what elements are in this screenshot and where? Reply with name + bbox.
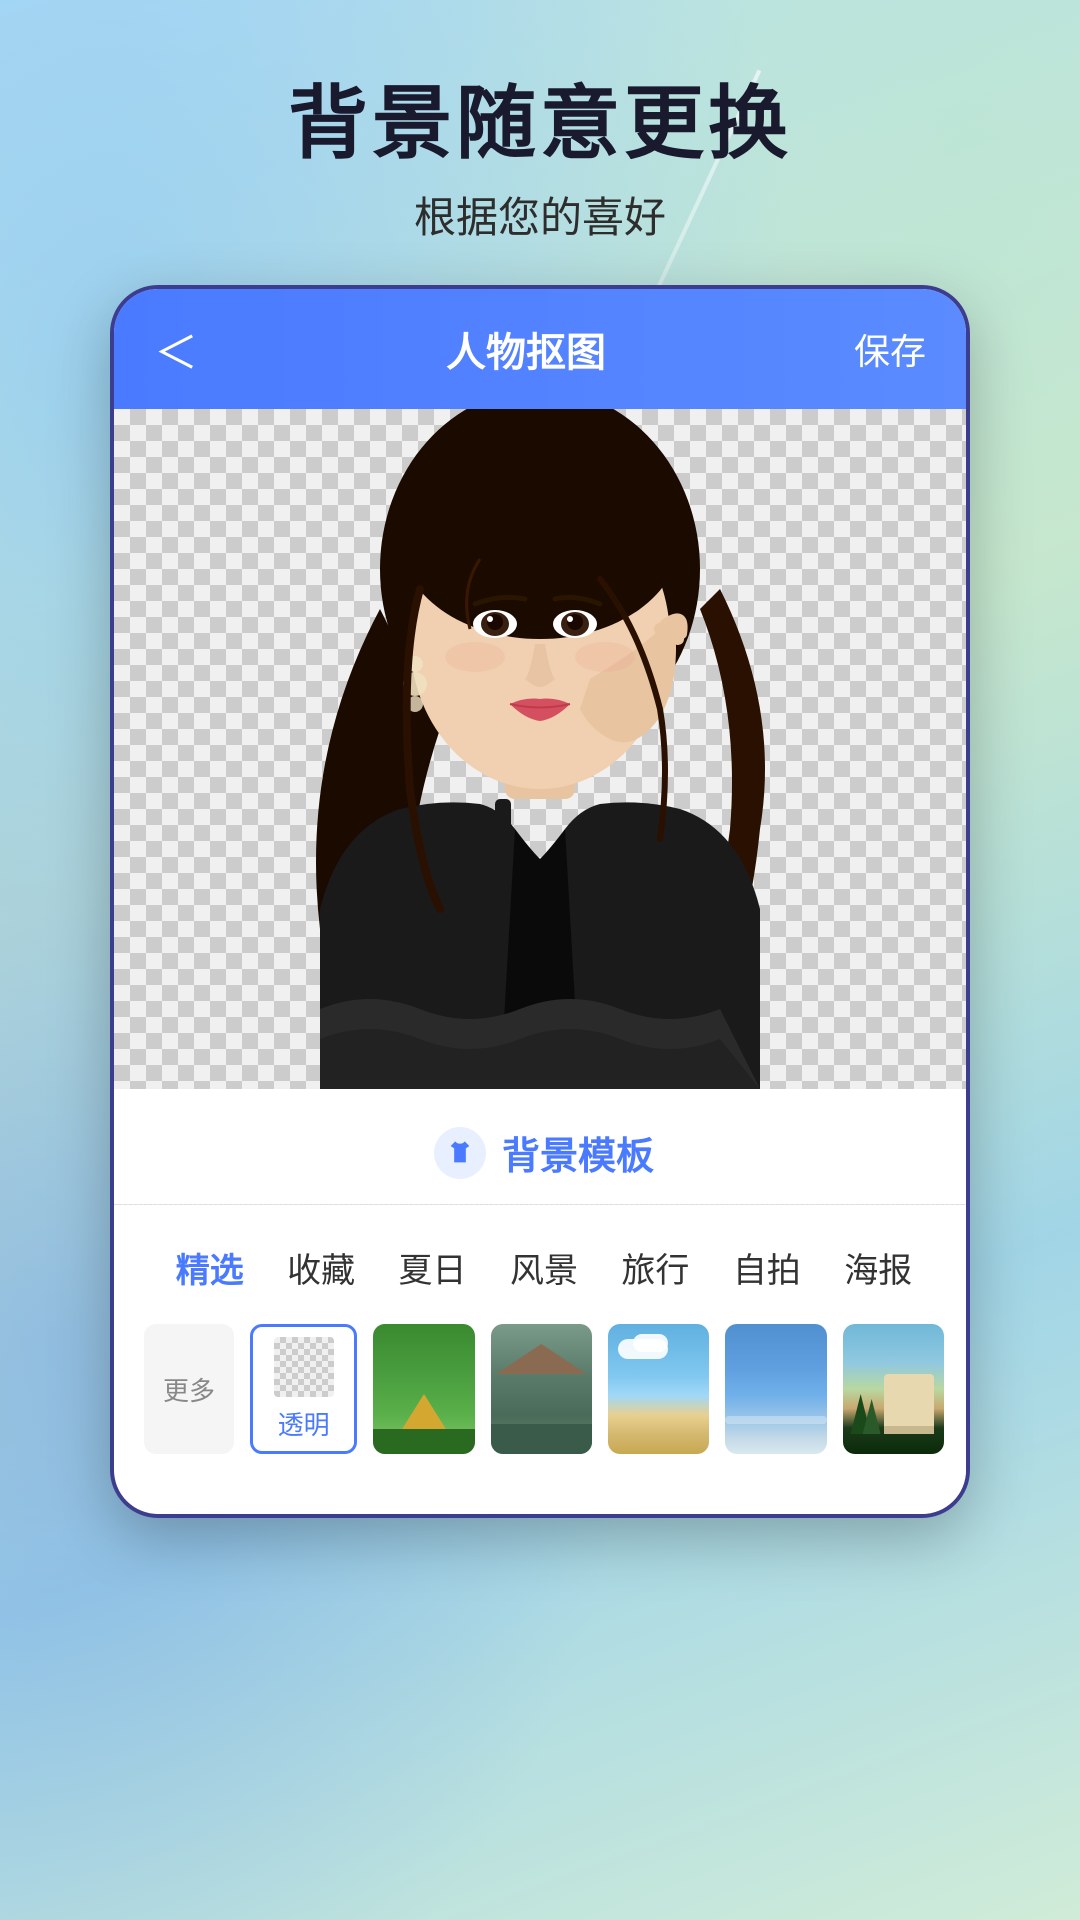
more-button[interactable]: 更多 [144,1324,234,1454]
category-tabs-container: 精选 收藏 夏日 风景 旅行 自拍 海报 [114,1225,970,1324]
shirt-icon [434,1127,486,1179]
section-divider [114,1204,970,1205]
save-button[interactable]: 保存 [854,323,926,375]
more-label: 更多 [163,1371,215,1408]
template-section-title: 背景模板 [502,1125,654,1180]
app-title: 人物抠图 [446,320,606,378]
main-title: 背景随意更换 [288,80,792,168]
tab-favorites[interactable]: 收藏 [265,1235,376,1300]
thumbnail-nature1[interactable] [373,1324,474,1454]
thumbnail-resort[interactable] [843,1324,944,1454]
thumbnail-transparent[interactable]: 透明 [250,1324,357,1454]
thumbnail-row: 更多 透明 [114,1324,970,1474]
header-section: 背景随意更换 根据您的喜好 [288,0,792,245]
app-topbar: ＜ 人物抠图 保存 [114,289,966,409]
bottom-panel: 背景模板 精选 收藏 夏日 风景 旅行 自拍 海报 更多 [114,1089,970,1514]
template-header: 背景模板 [114,1089,970,1200]
tab-travel[interactable]: 旅行 [600,1235,711,1300]
tab-summer[interactable]: 夏日 [377,1235,488,1300]
thumbnail-tent[interactable] [491,1324,592,1454]
back-button[interactable]: ＜ [154,317,198,381]
tab-featured[interactable]: 精选 [154,1235,265,1300]
tab-scenery[interactable]: 风景 [488,1235,599,1300]
tab-selfie[interactable]: 自拍 [711,1235,822,1300]
phone-mockup: ＜ 人物抠图 保存 [110,285,970,1518]
thumbnail-ocean[interactable] [725,1324,826,1454]
main-content: 背景随意更换 根据您的喜好 ＜ 人物抠图 保存 [0,0,1080,1920]
sub-title: 根据您的喜好 [288,184,792,245]
image-editor-area [114,409,966,1089]
subject-portrait [114,409,966,1089]
bottom-space [0,1518,1080,1920]
transparent-label: 透明 [278,1405,330,1442]
portrait-svg [220,409,860,1089]
checkerboard-icon [274,1337,334,1397]
tab-poster[interactable]: 海报 [823,1235,934,1300]
thumbnail-sky[interactable] [608,1324,709,1454]
